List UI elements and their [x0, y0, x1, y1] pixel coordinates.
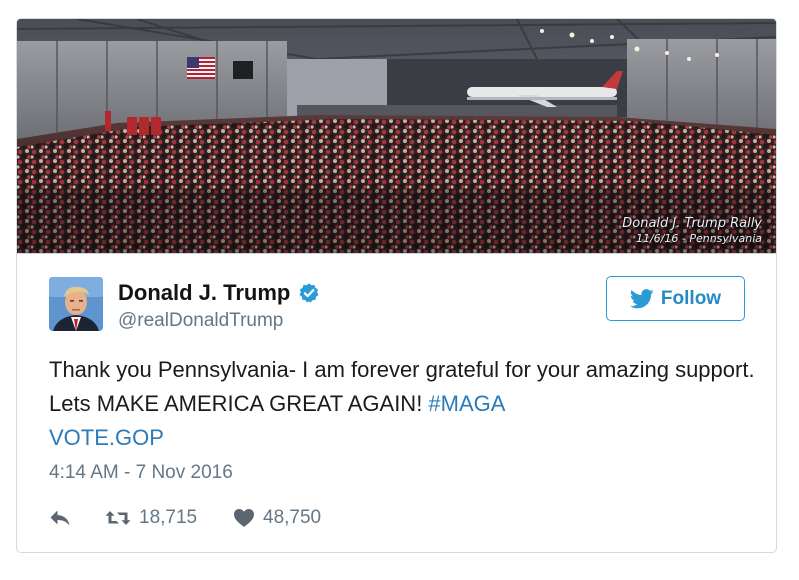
author-name-row[interactable]: Donald J. Trump: [118, 280, 320, 306]
author-info: Donald J. Trump @realDonaldTrump: [118, 280, 320, 333]
photo-caption: Donald J. Trump Rally 11/6/16 - Pennsylv…: [622, 216, 762, 245]
tweet-timestamp[interactable]: 4:14 AM - 7 Nov 2016: [49, 462, 233, 484]
follow-button[interactable]: Follow: [606, 276, 745, 321]
url-link[interactable]: VOTE.GOP: [49, 425, 164, 450]
like-button[interactable]: 48,750: [233, 507, 321, 529]
verified-badge-icon: [299, 283, 319, 303]
photo-divider: [17, 253, 776, 254]
like-count: 48,750: [263, 507, 322, 528]
caption-date-location: 11/6/16 - Pennsylvania: [635, 232, 762, 245]
author-name[interactable]: Donald J. Trump: [118, 280, 290, 306]
twitter-bird-icon: [629, 288, 654, 308]
reply-button[interactable]: [49, 509, 89, 527]
hashtag-link[interactable]: #MAGA: [428, 391, 505, 416]
avatar[interactable]: [49, 277, 103, 331]
retweet-button[interactable]: 18,715: [105, 507, 225, 529]
tweet-text: Thank you Pennsylvania- I am forever gra…: [49, 353, 759, 455]
tweet-actions: 18,715 48,750: [49, 504, 321, 532]
tweet-card: Donald J. Trump Rally 11/6/16 - Pennsylv…: [16, 18, 777, 553]
tweet-body: Thank you Pennsylvania- I am forever gra…: [49, 357, 755, 416]
reply-icon: [50, 510, 70, 526]
profile-photo-icon: [49, 277, 103, 331]
retweet-icon: [105, 511, 131, 525]
rally-photo[interactable]: Donald J. Trump Rally 11/6/16 - Pennsylv…: [17, 19, 776, 253]
caption-title: Donald J. Trump Rally: [622, 216, 762, 231]
author-handle[interactable]: @realDonaldTrump: [118, 309, 320, 333]
follow-button-label: Follow: [660, 287, 722, 309]
heart-icon: [234, 509, 254, 527]
retweet-count: 18,715: [139, 507, 198, 528]
